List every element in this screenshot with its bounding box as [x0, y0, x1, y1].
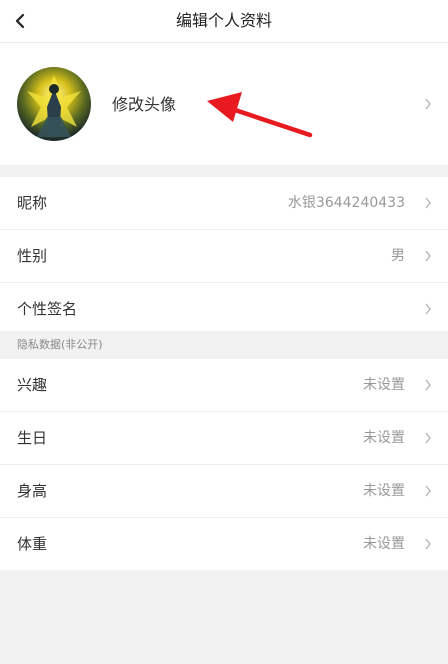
change-avatar-row[interactable]: 修改头像 — [0, 43, 448, 165]
chevron-right-icon — [425, 379, 431, 391]
privacy-section-title: 隐私数据(非公开) — [17, 338, 103, 351]
privacy-section-header: 隐私数据(非公开) — [0, 331, 448, 359]
chevron-right-icon — [425, 197, 431, 209]
gender-label: 性别 — [17, 247, 48, 265]
avatar[interactable] — [17, 67, 91, 141]
birthday-label: 生日 — [17, 429, 48, 447]
change-avatar-label: 修改头像 — [112, 95, 177, 114]
gender-row[interactable]: 性别 男 — [0, 230, 448, 283]
page-title: 编辑个人资料 — [175, 11, 272, 30]
chevron-right-icon — [425, 98, 431, 110]
interests-label: 兴趣 — [17, 376, 48, 394]
nickname-label: 昵称 — [17, 194, 48, 212]
nickname-row[interactable]: 昵称 水银3644240433 — [0, 177, 448, 230]
gender-value: 男 — [391, 248, 405, 264]
height-value: 未设置 — [363, 483, 405, 499]
signature-label: 个性签名 — [17, 300, 78, 318]
height-row[interactable]: 身高 未设置 — [0, 465, 448, 518]
interests-row[interactable]: 兴趣 未设置 — [0, 359, 448, 412]
height-label: 身高 — [17, 482, 48, 500]
birthday-row[interactable]: 生日 未设置 — [0, 412, 448, 465]
weight-row[interactable]: 体重 未设置 — [0, 518, 448, 570]
avatar-image — [17, 67, 91, 141]
weight-label: 体重 — [17, 535, 48, 553]
annotation-arrow-icon — [207, 92, 313, 138]
signature-row[interactable]: 个性签名 — [0, 283, 448, 335]
chevron-right-icon — [425, 250, 431, 262]
chevron-right-icon — [425, 538, 431, 550]
chevron-right-icon — [425, 432, 431, 444]
profile-section: 昵称 水银3644240433 性别 男 个性签名 — [0, 177, 448, 335]
top-bar: 编辑个人资料 — [0, 0, 448, 43]
interests-value: 未设置 — [363, 377, 405, 393]
birthday-value: 未设置 — [363, 430, 405, 446]
privacy-section: 兴趣 未设置 生日 未设置 身高 未设置 体重 未设置 — [0, 359, 448, 570]
chevron-right-icon — [425, 485, 431, 497]
weight-value: 未设置 — [363, 536, 405, 552]
nickname-value: 水银3644240433 — [287, 195, 405, 211]
chevron-right-icon — [425, 303, 431, 315]
